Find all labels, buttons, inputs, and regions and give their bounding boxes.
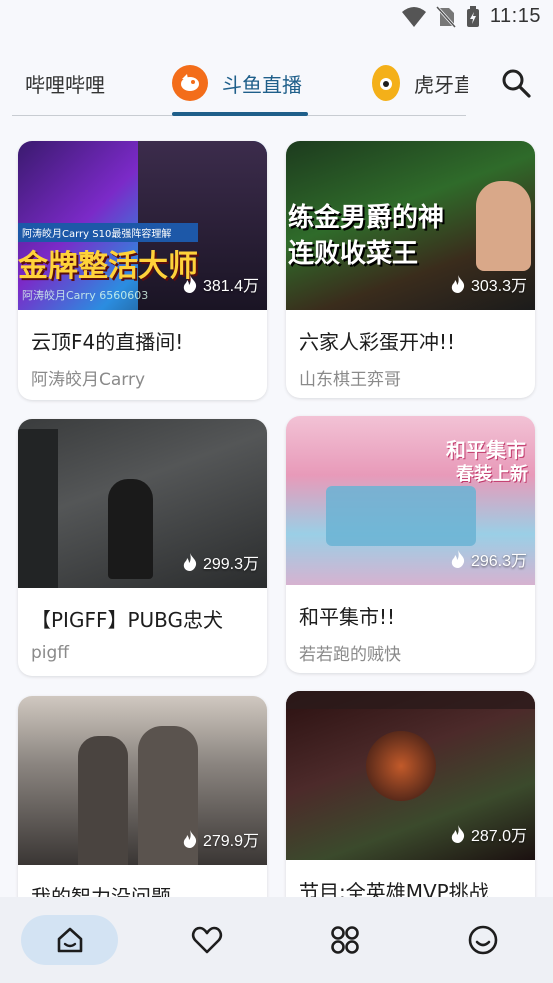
tab-huya[interactable]: 虎牙直 [372, 60, 468, 106]
nav-category-button[interactable] [320, 915, 370, 965]
fire-icon [183, 830, 197, 848]
room-title: 我的智力没问题 [31, 885, 171, 900]
card-thumbnail: 阿涛皎月Carry S10最强阵容理解 金牌整活大师 阿涛皎月Carry 656… [18, 141, 267, 310]
room-title: 节目:全英雄MVP挑战 [299, 880, 489, 900]
thumbnail-caption: 练金男爵的神 [288, 203, 445, 233]
fire-icon [451, 550, 465, 568]
game-scene [326, 486, 476, 546]
room-title: 和平集市!! [299, 605, 396, 629]
search-button[interactable] [499, 66, 533, 100]
home-icon [57, 927, 82, 953]
heat-value: 299.3万 [202, 556, 259, 573]
game-scene [18, 429, 58, 588]
heat-value: 287.0万 [470, 828, 527, 845]
popularity-count: 303.3万 [451, 272, 527, 296]
room-title: 六家人彩蛋开冲!! [299, 330, 456, 354]
heat-value: 381.4万 [202, 278, 259, 295]
tab-label: 虎牙直 [414, 72, 468, 97]
wifi-icon [401, 6, 426, 27]
heart-icon [191, 926, 223, 954]
bottom-navigation [0, 897, 553, 983]
streamer-name: 若若跑的贼快 [299, 645, 401, 665]
thumbnail-caption: 连败收菜王 [288, 239, 419, 269]
live-card[interactable]: 阿涛皎月Carry S10最强阵容理解 金牌整活大师 阿涛皎月Carry 656… [18, 141, 267, 400]
platform-tabs: 哔哩哔哩 斗鱼直播 虎牙直 [0, 52, 553, 118]
heat-value: 296.3万 [470, 553, 527, 570]
search-icon [502, 69, 531, 98]
streamer-name: 山东棋王弈哥 [299, 370, 401, 390]
fire-icon [451, 825, 465, 843]
nav-profile-button[interactable] [458, 915, 508, 965]
thumbnail-caption: 阿涛皎月Carry S10最强阵容理解 [18, 223, 198, 242]
card-thumbnail: 练金男爵的神 连败收菜王 303.3万 [286, 141, 535, 310]
thumbnail-caption: 金牌整活大师 [18, 249, 198, 284]
live-card[interactable]: 279.9万 我的智力没问题 [18, 696, 267, 900]
live-room-grid: 阿涛皎月Carry S10最强阵容理解 金牌整活大师 阿涛皎月Carry 656… [0, 140, 553, 900]
room-title: 【PIGFF】PUBG忠犬 [31, 608, 224, 632]
streamer-name: pigff [31, 643, 70, 663]
fire-icon [183, 553, 197, 571]
room-title: 云顶F4的直播间! [31, 330, 184, 354]
live-card[interactable]: 练金男爵的神 连败收菜王 303.3万 六家人彩蛋开冲!! 山东棋王弈哥 [286, 141, 535, 398]
status-icons: 11:15 [401, 5, 541, 28]
status-bar: 11:15 [0, 0, 553, 38]
tab-bilibili[interactable]: 哔哩哔哩 [25, 60, 105, 106]
thumbnail-caption: 和平集市 [446, 438, 526, 462]
nav-home-button[interactable] [21, 915, 118, 965]
thumbnail-caption: 阿涛皎月Carry 6560603 [22, 289, 149, 302]
popularity-count: 381.4万 [183, 272, 259, 296]
thumbnail-caption: 春装上新 [456, 464, 528, 485]
heat-value: 303.3万 [470, 278, 527, 295]
card-thumbnail: 279.9万 [18, 696, 267, 865]
smile-icon [468, 925, 498, 955]
live-card[interactable]: 287.0万 节目:全英雄MVP挑战 [286, 691, 535, 900]
popularity-count: 287.0万 [451, 822, 527, 846]
tab-douyu[interactable]: 斗鱼直播 [172, 60, 302, 106]
tab-label: 斗鱼直播 [222, 72, 302, 97]
game-hud [286, 691, 535, 709]
live-card[interactable]: 和平集市 春装上新 296.3万 和平集市!! 若若跑的贼快 [286, 416, 535, 673]
heat-value: 279.9万 [202, 833, 259, 850]
game-character [78, 736, 128, 865]
streamer-name: 阿涛皎月Carry [31, 370, 146, 390]
huya-logo-icon [372, 65, 400, 101]
streamer-cam [476, 181, 531, 271]
popularity-count: 299.3万 [183, 550, 259, 574]
no-sim-icon [435, 5, 456, 28]
popularity-count: 279.9万 [183, 827, 259, 851]
card-thumbnail: 和平集市 春装上新 296.3万 [286, 416, 535, 585]
fire-icon [183, 275, 197, 293]
nav-favorites-button[interactable] [182, 915, 232, 965]
douyu-logo-icon [172, 65, 208, 101]
popularity-count: 296.3万 [451, 547, 527, 571]
card-thumbnail: 299.3万 [18, 419, 267, 588]
app-root: 11:15 哔哩哔哩 斗鱼直播 虎牙直 阿涛皎月Carry S10最强阵容理解 … [0, 0, 553, 983]
card-thumbnail: 287.0万 [286, 691, 535, 860]
fire-icon [451, 275, 465, 293]
game-scene [366, 731, 436, 801]
category-icon [331, 926, 359, 954]
live-card[interactable]: 299.3万 【PIGFF】PUBG忠犬 pigff [18, 419, 267, 676]
status-time: 11:15 [489, 5, 541, 27]
tab-label: 哔哩哔哩 [25, 72, 105, 97]
game-character [108, 479, 153, 579]
battery-charging-icon [466, 5, 479, 27]
active-tab-indicator [172, 112, 308, 116]
